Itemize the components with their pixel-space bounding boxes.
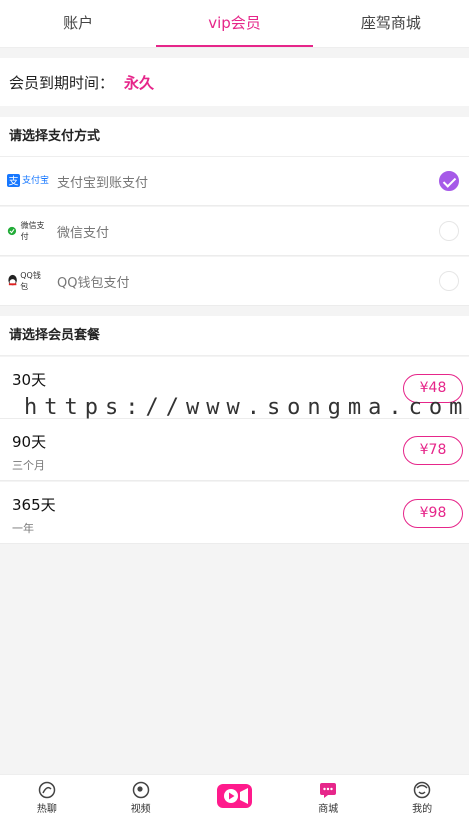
wechat-pay-logo-icon: 微信支付: [7, 220, 47, 242]
video-eye-icon: [132, 781, 150, 799]
nav-item-mine[interactable]: 我的: [375, 775, 469, 820]
qq-logo-text: QQ钱包: [20, 271, 41, 291]
nav-label: 热聊: [36, 803, 57, 815]
expiry-value: 永久: [124, 73, 155, 92]
plan-item-30[interactable]: 30天 ¥48: [0, 357, 469, 419]
nav-item-chat[interactable]: 热聊: [0, 775, 94, 820]
radio-unchecked-icon[interactable]: [439, 221, 459, 241]
payment-option-label: 微信支付: [57, 225, 110, 241]
price-button[interactable]: ¥98: [403, 499, 463, 528]
nav-item-record[interactable]: [188, 775, 282, 820]
profile-face-icon: [413, 781, 431, 799]
radio-unchecked-icon[interactable]: [439, 271, 459, 291]
tab-account[interactable]: 账户: [0, 0, 156, 47]
plan-name: 365天: [12, 496, 56, 514]
plan-name: 30天: [12, 371, 47, 389]
payment-option-qq[interactable]: QQ钱包 QQ钱包支付: [0, 257, 469, 306]
top-tabs: 账户 vip会员 座驾商城: [0, 0, 469, 48]
plan-subtitle: 一年: [12, 522, 34, 535]
payment-option-wechat[interactable]: 微信支付 微信支付: [0, 207, 469, 256]
plan-name: 90天: [12, 433, 47, 451]
nav-label: 商城: [318, 803, 339, 815]
wechat-logo-text: 微信支付: [20, 221, 45, 241]
bottom-nav: 热聊 视频 商城 我的: [0, 774, 469, 820]
nav-item-video[interactable]: 视频: [94, 775, 188, 820]
alipay-logo-text: 支付宝: [22, 176, 50, 186]
plan-item-90[interactable]: 90天 三个月 ¥78: [0, 419, 469, 481]
shop-message-icon: [319, 781, 337, 799]
tab-vip[interactable]: vip会员: [156, 0, 313, 47]
nav-label: 我的: [412, 803, 433, 815]
tab-car-shop[interactable]: 座驾商城: [313, 0, 469, 47]
price-button[interactable]: ¥78: [403, 436, 463, 465]
qq-wallet-logo-icon: QQ钱包: [7, 270, 47, 292]
price-button[interactable]: ¥48: [403, 374, 463, 403]
radio-checked-icon[interactable]: [439, 171, 459, 191]
payment-option-label: QQ钱包支付: [57, 275, 130, 291]
nav-item-shop[interactable]: 商城: [281, 775, 375, 820]
nav-label: 视频: [130, 803, 151, 815]
payment-section-title: 请选择支付方式: [0, 117, 469, 157]
chat-bubble-icon: [38, 781, 56, 799]
membership-expiry: 会员到期时间： 永久: [0, 58, 469, 106]
payment-option-alipay[interactable]: 支 支付宝 支付宝到账支付: [0, 157, 469, 206]
camera-record-icon: [216, 783, 252, 812]
svg-text:支: 支: [9, 176, 19, 188]
plan-subtitle: 三个月: [12, 459, 45, 472]
expiry-label: 会员到期时间：: [9, 73, 115, 92]
plan-section-title: 请选择会员套餐: [0, 316, 469, 356]
plan-item-365[interactable]: 365天 一年 ¥98: [0, 482, 469, 544]
payment-option-label: 支付宝到账支付: [57, 175, 149, 191]
